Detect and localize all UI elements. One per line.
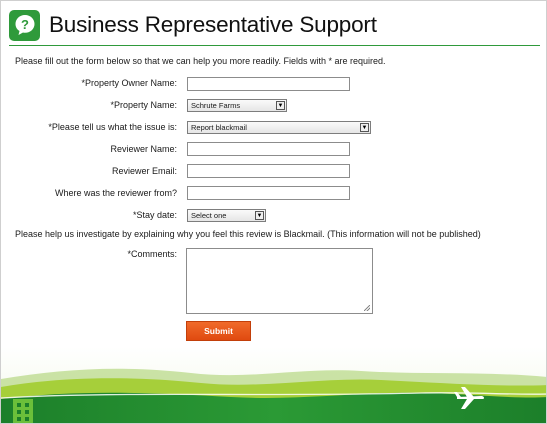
stay-date-label: *Stay date: bbox=[132, 210, 177, 220]
comments-label: *Comments: bbox=[127, 249, 177, 259]
stay-date-select[interactable]: Select one ▼ bbox=[187, 209, 266, 222]
stay-date-selected: Select one bbox=[191, 211, 227, 220]
page-frame: ? Business Representative Support Please… bbox=[0, 0, 547, 424]
property-name-select[interactable]: Schrute Farms ▼ bbox=[187, 99, 287, 112]
property-owner-label: *Property Owner Name: bbox=[81, 78, 177, 88]
reviewer-from-label: Where was the reviewer from? bbox=[54, 188, 177, 198]
submit-button[interactable]: Submit bbox=[186, 321, 251, 341]
property-owner-input[interactable] bbox=[187, 77, 350, 91]
investigate-text: Please help us investigate by explaining… bbox=[15, 229, 481, 239]
question-bubble-icon: ? bbox=[9, 9, 40, 41]
reviewer-from-input[interactable] bbox=[187, 186, 350, 200]
footer-landscape bbox=[1, 347, 546, 423]
issue-selected: Report blackmail bbox=[191, 123, 247, 132]
chevron-down-icon: ▼ bbox=[276, 101, 285, 110]
header-divider bbox=[9, 45, 540, 46]
reviewer-email-label: Reviewer Email: bbox=[111, 166, 177, 176]
issue-select[interactable]: Report blackmail ▼ bbox=[187, 121, 371, 134]
comments-textarea[interactable] bbox=[186, 248, 373, 314]
property-name-selected: Schrute Farms bbox=[191, 101, 241, 110]
issue-label: *Please tell us what the issue is: bbox=[48, 122, 177, 132]
chevron-down-icon: ▼ bbox=[255, 211, 264, 220]
form-intro-text: Please fill out the form below so that w… bbox=[15, 56, 386, 66]
page-title: Business Representative Support bbox=[49, 12, 377, 37]
resize-grip-icon[interactable] bbox=[364, 305, 370, 311]
svg-text:?: ? bbox=[21, 17, 29, 32]
property-name-label: *Property Name: bbox=[110, 100, 177, 110]
reviewer-name-label: Reviewer Name: bbox=[110, 144, 177, 154]
chevron-down-icon: ▼ bbox=[360, 123, 369, 132]
page-header: ? Business Representative Support bbox=[9, 7, 539, 43]
building-icon bbox=[13, 399, 33, 423]
reviewer-name-input[interactable] bbox=[187, 142, 350, 156]
reviewer-email-input[interactable] bbox=[187, 164, 350, 178]
